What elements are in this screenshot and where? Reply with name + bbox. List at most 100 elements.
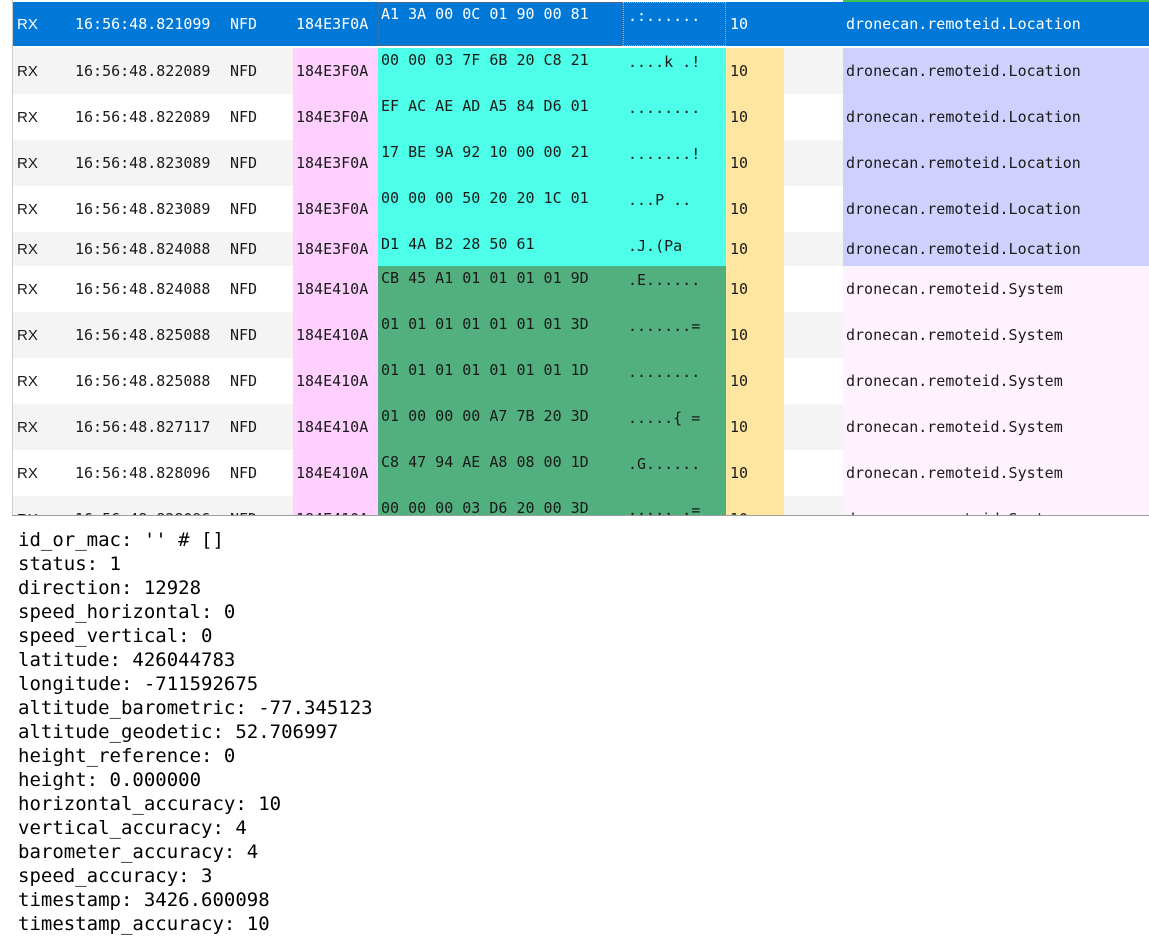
empty-cell: [784, 48, 843, 94]
flags-cell: NFD: [230, 108, 258, 126]
timestamp-cell: 16:56:48.828096: [75, 464, 211, 482]
data-bytes-cell: C8 47 94 AE A8 08 00 1D: [378, 450, 623, 496]
flags-cell: NFD: [228, 140, 293, 186]
timestamp-cell: 16:56:48.822089: [63, 48, 228, 94]
direction-cell: RX: [17, 464, 38, 482]
can-id-cell: 184E3F0A: [293, 2, 378, 46]
flags-cell: NFD: [228, 496, 293, 516]
direction-cell: RX: [17, 280, 38, 298]
flags-cell: NFD: [228, 312, 293, 358]
table-row[interactable]: RX16:56:48.828096NFD184E410A00 00 00 03 …: [13, 496, 1149, 516]
direction-cell: RX: [13, 140, 63, 186]
ascii-cell: .E......: [623, 266, 726, 312]
table-row[interactable]: RX 16:56:48.824088 NFD 184E410A CB 45 A1 01 …: [13, 266, 1149, 312]
ascii-cell: .....{ =: [623, 404, 726, 450]
table-row[interactable]: RX 16:56:48.821099 NFD 184E3F0A A1 3A 00 0C …: [13, 2, 1149, 46]
timestamp-cell: 16:56:48.824088: [75, 280, 211, 298]
message-type-cell: dronecan.remoteid.Location: [843, 2, 1149, 46]
frame-table[interactable]: RX 16:56:48.821099 NFD 184E3F0A A1 3A 00 0C …: [0, 0, 1149, 516]
message-type-cell: dronecan.remoteid.Location: [843, 232, 1149, 266]
can-id-cell: 184E410A: [293, 404, 378, 450]
timestamp-cell: 16:56:48.823089: [63, 140, 228, 186]
empty-cell: [784, 266, 843, 312]
ascii-cell: .......!: [623, 140, 726, 186]
message-type-cell: dronecan.remoteid.Location: [843, 48, 1149, 94]
flags-cell: NFD: [230, 372, 258, 390]
table-row[interactable]: RX 16:56:48.822089 NFD 184E3F0A 00 00 03 7F …: [13, 48, 1149, 94]
flags-cell: NFD: [228, 232, 293, 266]
ascii-cell: .......=: [623, 312, 726, 358]
can-id-cell: 184E410A: [293, 312, 378, 358]
decoded-field-line: barometer_accuracy: 4: [18, 841, 259, 863]
flags-cell: NFD: [230, 464, 258, 482]
decoded-field-line: height_reference: 0: [18, 745, 236, 767]
data-bytes-cell: D1 4A B2 28 50 61: [378, 232, 623, 266]
empty-cell: [784, 140, 843, 186]
table-row[interactable]: RX 16:56:48.825088 NFD 184E410A 01 01 01 01 …: [13, 358, 1149, 404]
data-bytes-cell: EF AC AE AD A5 84 D6 01: [378, 94, 623, 140]
ascii-cell: ........: [623, 94, 726, 140]
timestamp-cell: 16:56:48.821099: [63, 2, 228, 46]
message-type-cell: dronecan.remoteid.System: [843, 266, 1149, 312]
data-bytes-cell: A1 3A 00 0C 01 90 00 81: [378, 2, 623, 46]
timestamp-cell: 16:56:48.828096: [63, 496, 228, 516]
table-row[interactable]: RX 16:56:48.825088 NFD 184E410A 01 01 01 01 …: [13, 312, 1149, 358]
timestamp-cell: 16:56:48.825088: [75, 372, 211, 390]
message-type-cell: dronecan.remoteid.System: [843, 312, 1149, 358]
timestamp-cell: 16:56:48.824088: [63, 232, 228, 266]
table-row[interactable]: RX 16:56:48.822089 NFD 184E3F0A EF AC AE AD …: [13, 94, 1149, 140]
data-bytes-cell: 01 01 01 01 01 01 01 1D: [378, 358, 623, 404]
decoded-field-line: altitude_barometric: -77.345123: [18, 697, 373, 719]
message-type-cell: dronecan.remoteid.System: [843, 404, 1149, 450]
ascii-cell: ........: [623, 358, 726, 404]
dlc-cell: 10: [726, 94, 784, 140]
table-row[interactable]: RX 16:56:48.828096 NFD 184E410A C8 47 94 AE …: [13, 450, 1149, 496]
empty-cell: [784, 312, 843, 358]
decoded-field-line: latitude: 426044783: [18, 649, 236, 671]
decoded-field-line: direction: 12928: [18, 577, 202, 599]
decoded-field-line: speed_accuracy: 3: [18, 865, 213, 887]
table-row[interactable]: RX 16:56:48.827117 NFD 184E410A 01 00 00 00 …: [13, 404, 1149, 450]
table-row[interactable]: RX 16:56:48.824088 NFD 184E3F0A D1 4A B2 28 …: [13, 232, 1149, 266]
can-id-cell: 184E3F0A: [293, 232, 378, 266]
can-id-cell: 184E3F0A: [293, 94, 378, 140]
direction-cell: RX: [13, 404, 63, 450]
message-type-cell: dronecan.remoteid.System: [843, 450, 1149, 496]
decoded-field-line: id_or_mac: '' # []: [18, 529, 224, 551]
decoded-field-line: timestamp: 3426.600098: [18, 889, 270, 911]
dlc-cell: 10: [726, 140, 784, 186]
direction-cell: RX: [13, 312, 63, 358]
dlc-cell: 10: [726, 48, 784, 94]
direction-cell: RX: [13, 2, 63, 46]
timestamp-cell: 16:56:48.825088: [63, 312, 228, 358]
decoded-field-line: timestamp_accuracy: 10: [18, 913, 270, 935]
data-bytes-cell: 01 00 00 00 A7 7B 20 3D: [378, 404, 623, 450]
message-type-cell: dronecan.remoteid.Location: [843, 140, 1149, 186]
dlc-cell: 10: [726, 450, 784, 496]
decoded-field-line: altitude_geodetic: 52.706997: [18, 721, 339, 743]
table-row[interactable]: RX 16:56:48.823089 NFD 184E3F0A 17 BE 9A 92 …: [13, 140, 1149, 186]
table-row[interactable]: RX 16:56:48.823089 NFD 184E3F0A 00 00 00 50 …: [13, 186, 1149, 232]
ascii-cell: .J.(Pa: [623, 232, 726, 266]
ascii-cell: ...P ..: [623, 186, 726, 232]
message-type-cell: dronecan.remoteid.Location: [843, 186, 1149, 232]
table-divider[interactable]: [12, 515, 1149, 516]
can-id-cell: 184E410A: [293, 266, 378, 312]
timestamp-cell: 16:56:48.827117: [63, 404, 228, 450]
empty-cell: [784, 2, 843, 46]
decoded-field-line: vertical_accuracy: 4: [18, 817, 247, 839]
direction-cell: RX: [17, 200, 38, 218]
can-id-cell: 184E410A: [293, 358, 378, 404]
data-bytes-cell: 17 BE 9A 92 10 00 00 21: [378, 140, 623, 186]
message-type-cell: dronecan.remoteid.System: [843, 496, 1149, 516]
data-bytes-cell: 00 00 00 03 D6 20 00 3D: [378, 496, 623, 516]
direction-cell: RX: [17, 372, 38, 390]
decoded-field-line: horizontal_accuracy: 10: [18, 793, 282, 815]
timestamp-cell: 16:56:48.822089: [75, 108, 211, 126]
dlc-cell: 10: [726, 266, 784, 312]
decoded-message-panel: id_or_mac: '' # [] status: 1 direction: 12…: [18, 528, 1138, 936]
dlc-cell: 10: [726, 404, 784, 450]
dlc-cell: 10: [726, 312, 784, 358]
ascii-cell: .:......: [623, 2, 726, 46]
decoded-field-line: speed_horizontal: 0: [18, 601, 236, 623]
